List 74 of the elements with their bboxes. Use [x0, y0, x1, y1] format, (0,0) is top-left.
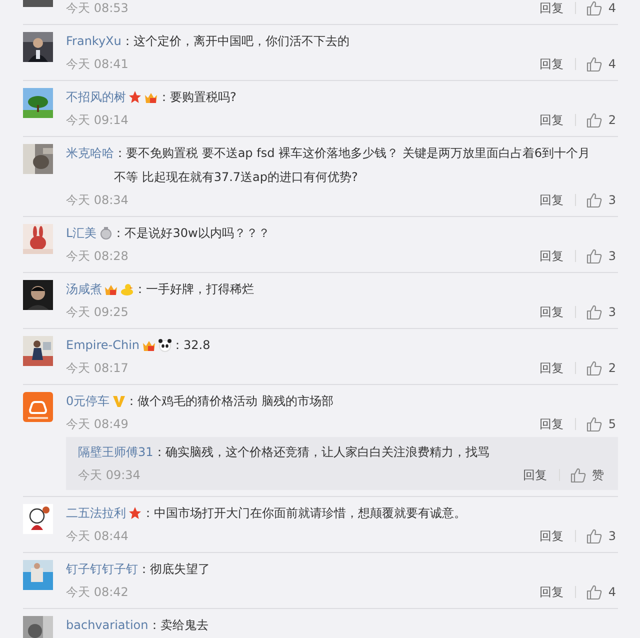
- thumbs-up-icon: [586, 528, 602, 544]
- comment-time: 今天 08:41: [66, 56, 128, 72]
- reply-link[interactable]: 回复: [539, 304, 564, 320]
- thumbs-up-icon: [586, 112, 602, 128]
- username-link[interactable]: L汇美: [66, 222, 97, 244]
- thumbs-up-icon: [586, 0, 602, 16]
- reply-link[interactable]: 回复: [539, 56, 564, 72]
- like-button[interactable]: 2: [586, 112, 616, 128]
- thumbs-up-icon: [586, 584, 602, 600]
- comment-text: ：做个鸡毛的猜价格活动 脑残的市场部: [126, 393, 334, 410]
- reply-text: ：确实脑残，这个价格还竞猜，让人家白白关注浪费精力，找骂: [153, 444, 490, 461]
- comment-time: 今天 09:25: [66, 304, 128, 320]
- like-button[interactable]: 4: [586, 584, 616, 600]
- like-button[interactable]: 4: [586, 56, 616, 72]
- like-button[interactable]: 2: [586, 360, 616, 376]
- thumbs-up-icon: [586, 248, 602, 264]
- thumbs-up-icon: [586, 416, 602, 432]
- username-link[interactable]: 汤咸煮: [66, 278, 102, 300]
- like-button[interactable]: 3: [586, 248, 616, 264]
- username-link[interactable]: 0元停车: [66, 390, 110, 412]
- reply-link[interactable]: 回复: [539, 416, 564, 432]
- reply-link[interactable]: 回复: [539, 584, 564, 600]
- comment-text: ：中国市场打开大门在你面前就请珍惜，想颠覆就要有诚意。: [142, 505, 467, 522]
- username-link[interactable]: FrankyXu: [66, 30, 122, 52]
- comment-text: ：要购置税吗?: [158, 89, 238, 106]
- comment-time: 今天 08:34: [66, 192, 128, 208]
- like-button[interactable]: 4: [586, 0, 616, 16]
- reply-username-link[interactable]: 隔壁王师傅31: [78, 441, 154, 463]
- reply-link[interactable]: 回复: [523, 466, 547, 484]
- comment-time: 今天 08:17: [66, 360, 128, 376]
- reply-link[interactable]: 回复: [539, 248, 564, 264]
- reply-link[interactable]: 回复: [539, 0, 564, 16]
- comment-text: ：卖给鬼去: [148, 617, 210, 634]
- star-icon: [128, 506, 142, 520]
- panda-icon: [158, 338, 172, 352]
- cartoon-avatar-icon[interactable]: [23, 504, 53, 534]
- comment-text: ：不是说好30w以内吗？？？: [112, 225, 271, 242]
- comment-time: 今天 08:28: [66, 248, 128, 264]
- reply-link[interactable]: 回复: [539, 528, 564, 544]
- like-button[interactable]: 5: [586, 416, 616, 432]
- reply-link[interactable]: 回复: [539, 192, 564, 208]
- verified-icon: [112, 394, 126, 408]
- reply-link[interactable]: 回复: [539, 112, 564, 128]
- username-link[interactable]: bachvariation: [66, 614, 148, 636]
- thumbs-up-icon: [570, 467, 586, 483]
- comment-time: 今天 08:53: [66, 0, 128, 16]
- comment-text: ：一手好牌，打得稀烂: [134, 281, 255, 298]
- username-link[interactable]: 米克哈哈: [66, 142, 114, 164]
- comment-time: 今天 09:14: [66, 112, 128, 128]
- username-link[interactable]: Empire-Chin: [66, 334, 140, 356]
- logo-icon[interactable]: [23, 392, 53, 422]
- comment-text: ：要不免购置税 要不送ap fsd 裸车这价落地多少钱？ 关键是两万放里面白占着6到十个月不等 比起现在就有37.7送ap的进口有何优势?: [114, 145, 591, 186]
- comment-text: ：彻底失望了: [138, 561, 211, 578]
- like-button[interactable]: 赞: [570, 466, 604, 484]
- thumbs-up-icon: [586, 192, 602, 208]
- like-button[interactable]: 3: [586, 528, 616, 544]
- comment-time: 今天 08:42: [66, 584, 128, 600]
- username-link[interactable]: 钉子钉钉子钉: [66, 558, 138, 580]
- reply-link[interactable]: 回复: [539, 360, 564, 376]
- username-link[interactable]: 不招风的树: [66, 86, 126, 108]
- thumbs-up-icon: [586, 360, 602, 376]
- like-button[interactable]: 3: [586, 192, 616, 208]
- comment-text: ：32.8: [172, 337, 212, 354]
- username-link[interactable]: 二五法拉利: [66, 502, 126, 524]
- star-icon: [128, 90, 142, 104]
- duck-icon: [120, 282, 134, 296]
- comment-time: 今天 08:49: [66, 416, 128, 432]
- thumbs-up-icon: [586, 56, 602, 72]
- thumbs-up-icon: [586, 304, 602, 320]
- medal-icon: [98, 226, 113, 240]
- comment-text: ：这个定价，离开中国吧，你们活不下去的: [121, 33, 350, 50]
- reply-time: 今天 09:34: [78, 466, 140, 484]
- comment-time: 今天 08:44: [66, 528, 128, 544]
- like-button[interactable]: 3: [586, 304, 616, 320]
